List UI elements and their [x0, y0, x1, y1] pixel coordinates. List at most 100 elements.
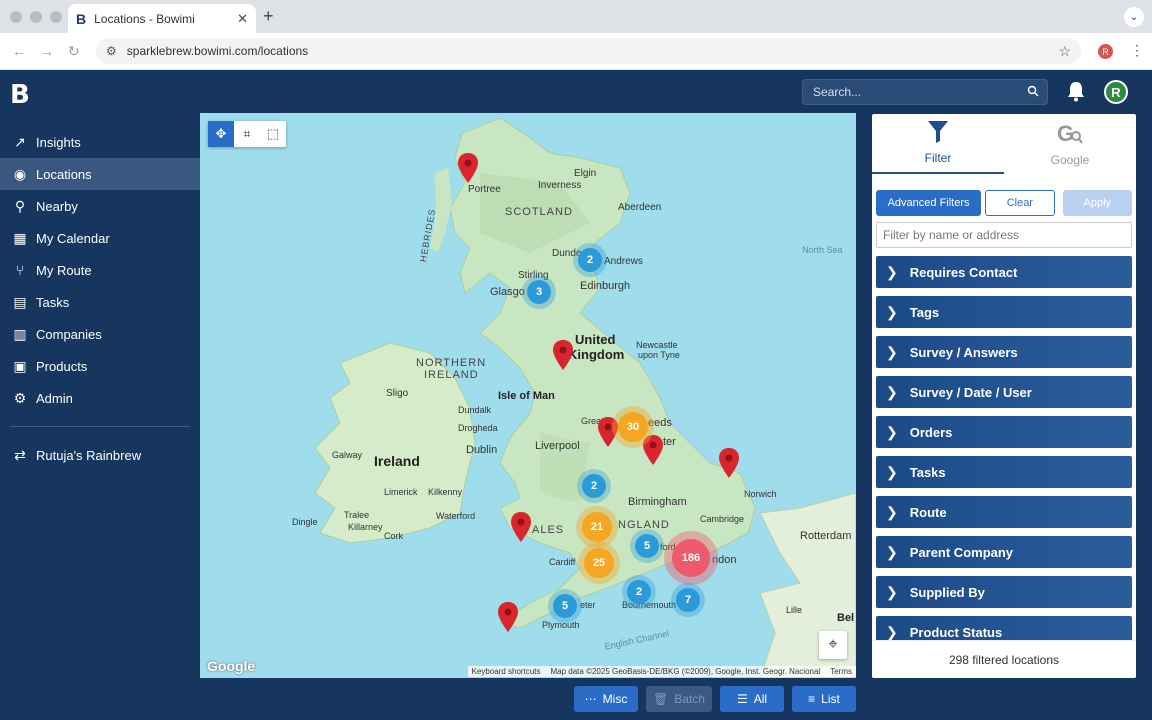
back-icon[interactable]: ←: [12, 43, 26, 59]
map-cluster[interactable]: 3: [527, 280, 551, 304]
map-cluster[interactable]: 2: [578, 248, 602, 272]
map-cluster[interactable]: 5: [553, 594, 577, 618]
accordion-survey-date-user[interactable]: ❯ Survey / Date / User: [876, 376, 1132, 408]
location-pin-icon[interactable]: [458, 153, 478, 183]
svg-text:G: G: [1057, 121, 1074, 145]
button-label: Misc: [602, 692, 628, 706]
global-search-input[interactable]: Search...: [802, 79, 1048, 105]
map-label: Stirling: [518, 270, 549, 281]
accordion-label: Tags: [909, 304, 940, 320]
tab-search-icon[interactable]: ⌄: [1124, 7, 1144, 27]
location-pin-icon[interactable]: [511, 512, 531, 542]
forward-icon[interactable]: →: [40, 43, 54, 59]
sidebar-item-label: Tasks: [36, 294, 70, 310]
select-area-icon[interactable]: ⬚: [260, 121, 286, 147]
sidebar-item-account-switch[interactable]: ⇄ Rutuja's Rainbrew: [0, 439, 200, 471]
map-label: Galway: [332, 450, 363, 460]
apply-button[interactable]: Apply: [1062, 190, 1132, 216]
all-button[interactable]: ☰ All: [720, 686, 784, 712]
accordion-orders[interactable]: ❯ Orders: [876, 416, 1132, 448]
map-label: Cardiff: [549, 557, 576, 567]
maximize-window-button[interactable]: [50, 11, 62, 23]
locations-map[interactable]: ✥ ⌗ ⬚ Elgin Inverness Aberdeen Portree S…: [200, 113, 856, 678]
pan-tool-icon[interactable]: ✥: [208, 121, 234, 147]
misc-button[interactable]: ⋯ Misc: [574, 686, 638, 712]
map-label: Lille: [786, 605, 803, 615]
user-avatar[interactable]: R: [1104, 80, 1128, 104]
map-cluster[interactable]: 186: [672, 539, 710, 577]
batch-button[interactable]: 🗑 Batch: [646, 686, 712, 712]
map-tool-group: ✥ ⌗ ⬚: [208, 121, 286, 147]
site-settings-icon[interactable]: ⚙: [106, 44, 117, 58]
accordion-requires-contact[interactable]: ❯ Requires Contact: [876, 256, 1132, 288]
map-cluster[interactable]: 25: [584, 548, 614, 578]
sidebar-item-products[interactable]: ▣ Products: [0, 350, 200, 382]
close-window-button[interactable]: [10, 11, 22, 23]
sidebar-item-my-route[interactable]: ⑂ My Route: [0, 254, 200, 286]
new-tab-icon[interactable]: +: [263, 6, 274, 27]
browser-tab-bar: B Locations - Bowimi ✕ + ⌄: [0, 0, 1152, 33]
terms-link[interactable]: Terms: [830, 667, 852, 676]
bell-icon[interactable]: [1066, 80, 1086, 102]
window-controls: [10, 11, 62, 23]
sidebar-item-admin[interactable]: ⚙ Admin: [0, 382, 200, 414]
accordion-label: Product Status: [909, 624, 1003, 640]
map-label: Liverpool: [535, 440, 580, 452]
accordion-tags[interactable]: ❯ Tags: [876, 296, 1132, 328]
accordion-route[interactable]: ❯ Route: [876, 496, 1132, 528]
list-button[interactable]: ≡ List: [792, 686, 856, 712]
sidebar-item-companies[interactable]: ▥ Companies: [0, 318, 200, 350]
map-cluster[interactable]: 21: [582, 512, 612, 542]
my-location-icon[interactable]: ⌖: [819, 631, 847, 659]
location-pin-icon[interactable]: [598, 417, 618, 447]
list-icon: ≡: [808, 692, 816, 706]
sidebar-item-nearby[interactable]: ⚲ Nearby: [0, 190, 200, 222]
map-label: Cambridge: [700, 514, 745, 524]
location-pin-icon[interactable]: [719, 448, 739, 478]
sidebar-item-label: Locations: [36, 166, 92, 182]
map-label: IRELAND: [424, 369, 479, 381]
map-cluster[interactable]: 2: [627, 580, 651, 604]
map-cluster[interactable]: 7: [676, 588, 700, 612]
browser-profile-avatar[interactable]: R: [1098, 44, 1113, 59]
filter-name-address-input[interactable]: Filter by name or address: [876, 222, 1132, 248]
sidebar-item-my-calendar[interactable]: ▦ My Calendar: [0, 222, 200, 254]
map-label: Plymouth: [542, 620, 580, 630]
sidebar-item-insights[interactable]: ↗ Insights: [0, 126, 200, 158]
map-cluster[interactable]: 30: [618, 412, 648, 442]
accordion-label: Survey / Date / User: [909, 384, 1032, 400]
browser-tab[interactable]: B Locations - Bowimi ✕: [68, 4, 256, 33]
accordion-label: Route: [909, 504, 947, 520]
advanced-filters-button[interactable]: Advanced Filters: [876, 190, 982, 216]
browser-menu-icon[interactable]: ⋮: [1130, 42, 1144, 59]
accordion-label: Supplied By: [909, 584, 985, 600]
close-tab-icon[interactable]: ✕: [237, 11, 248, 27]
map-label: Rotterdam: [800, 530, 852, 542]
accordion-tasks[interactable]: ❯ Tasks: [876, 456, 1132, 488]
sidebar-item-locations[interactable]: ◉ Locations: [0, 158, 200, 190]
location-pin-icon[interactable]: [553, 340, 573, 370]
keyboard-shortcuts-link[interactable]: Keyboard shortcuts: [472, 667, 541, 676]
app-logo[interactable]: B: [10, 80, 30, 110]
tab-filter[interactable]: Filter: [872, 114, 1004, 174]
search-icon[interactable]: [1027, 85, 1039, 100]
tab-google[interactable]: G Google: [1004, 114, 1136, 174]
map-cluster[interactable]: 2: [582, 474, 606, 498]
chevron-right-icon: ❯: [886, 303, 898, 320]
location-pin-icon[interactable]: [498, 602, 518, 632]
reload-icon[interactable]: ↻: [68, 43, 80, 60]
accordion-survey-answers[interactable]: ❯ Survey / Answers: [876, 336, 1132, 368]
url-field[interactable]: ⚙ sparklebrew.bowimi.com/locations ☆: [96, 38, 1081, 64]
minimize-window-button[interactable]: [30, 11, 42, 23]
location-pin-icon[interactable]: [643, 435, 663, 465]
accordion-parent-company[interactable]: ❯ Parent Company: [876, 536, 1132, 568]
tab-label: Google: [1050, 153, 1090, 167]
clear-button[interactable]: Clear: [985, 190, 1055, 216]
bookmark-star-icon[interactable]: ☆: [1058, 43, 1071, 60]
accordion-supplied-by[interactable]: ❯ Supplied By: [876, 576, 1132, 608]
google-search-icon: G: [1057, 121, 1083, 151]
map-label: NGLAND: [618, 519, 670, 531]
crop-tool-icon[interactable]: ⌗: [234, 121, 260, 147]
map-cluster[interactable]: 5: [635, 534, 659, 558]
sidebar-item-tasks[interactable]: ▤ Tasks: [0, 286, 200, 318]
